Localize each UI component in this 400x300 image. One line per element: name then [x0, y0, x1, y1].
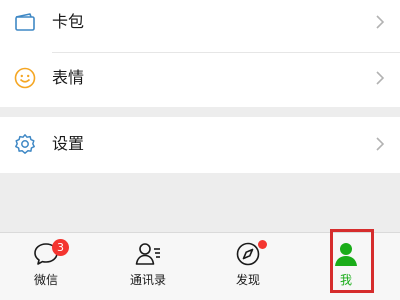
tab-label: 通讯录 [129, 273, 166, 287]
gear-icon [13, 132, 37, 156]
highlight-box [330, 229, 374, 293]
menu-item-label: 表情 [52, 68, 85, 87]
card-wallet-icon [13, 10, 37, 34]
chevron-right-icon [374, 14, 386, 30]
tab-label: 微信 [33, 273, 58, 287]
menu-item-kabao[interactable]: 卡包 [0, 2, 400, 42]
chevron-right-icon [374, 70, 386, 86]
smiley-icon [13, 66, 37, 90]
menu-item-emoji[interactable]: 表情 [0, 56, 400, 100]
chevron-right-icon [374, 136, 386, 152]
contacts-icon [134, 241, 162, 267]
menu-item-settings[interactable]: 设置 [0, 122, 400, 166]
divider [52, 52, 400, 53]
tab-contacts[interactable]: 通讯录 [108, 233, 188, 300]
unread-badge: 3 [52, 239, 69, 256]
new-content-dot [258, 240, 267, 249]
menu-group-top: 卡包 表情 [0, 0, 400, 107]
menu-item-label: 卡包 [52, 12, 85, 31]
tab-chats[interactable]: 3 微信 [6, 233, 86, 300]
tab-label: 发现 [235, 273, 260, 287]
menu-item-label: 设置 [52, 134, 85, 153]
tab-discover[interactable]: 发现 [208, 233, 288, 300]
